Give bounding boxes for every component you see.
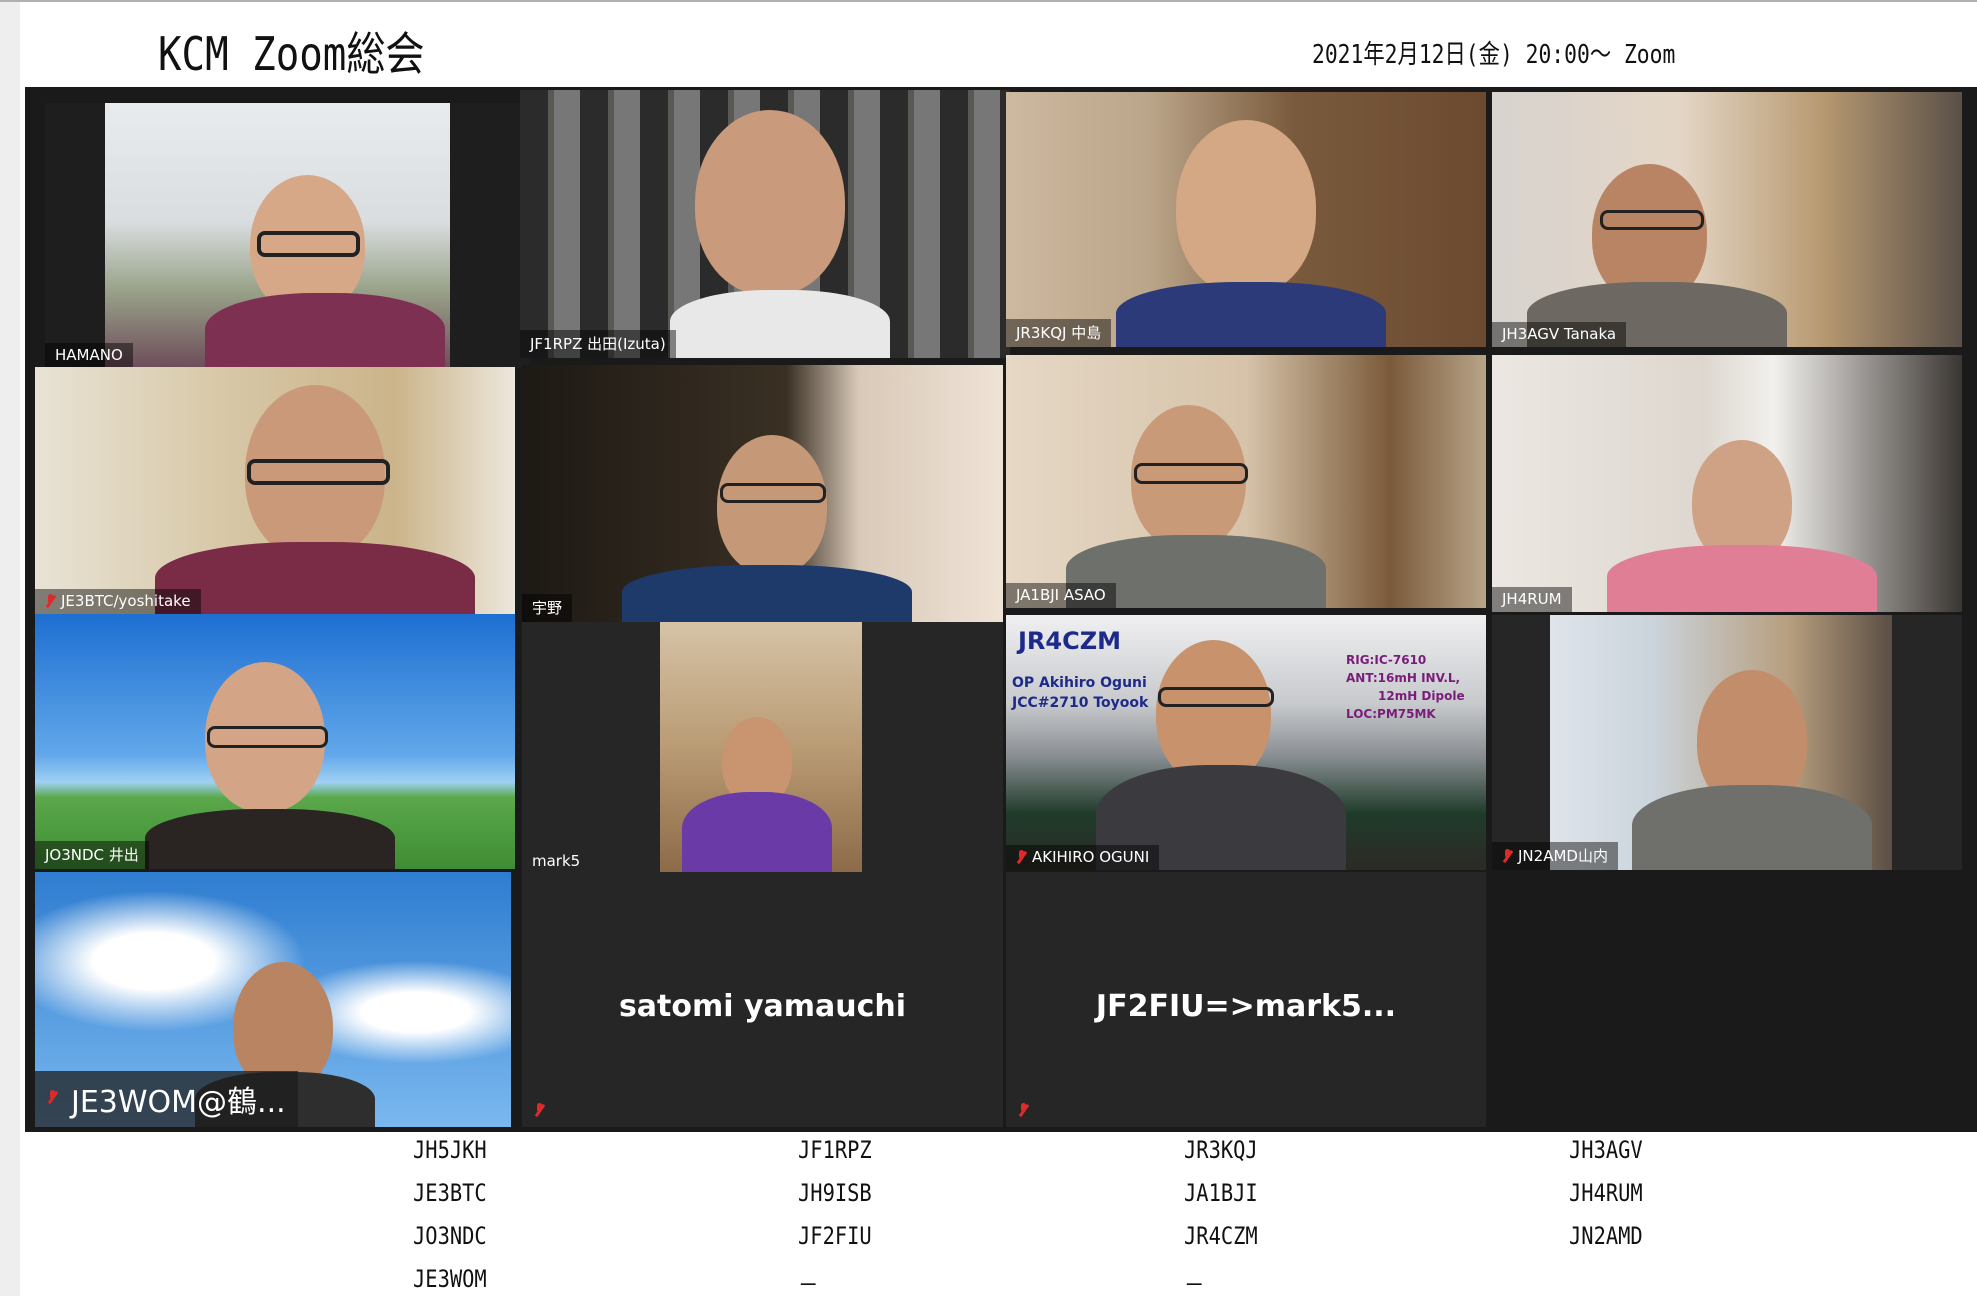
glasses [1158,687,1274,707]
callsign-cell: JH3AGV [1569,1136,1643,1164]
video-tile-jf1rpz[interactable]: JF1RPZ 出田(Izuta) [520,90,1010,358]
video-tile-mark5[interactable]: mark5 [522,622,1003,874]
callsign-cell: JF1RPZ [798,1136,872,1164]
video-tile-jf2fiu[interactable]: JF2FIU=>mark5... [1006,872,1486,1127]
video-tile-je3btc[interactable]: JE3BTC/yoshitake [35,367,515,614]
participant-face [717,435,827,575]
background-callsign: JR4CZM [1018,627,1122,655]
participant-name-text: JE3BTC/yoshitake [61,592,191,610]
muted-mic-icon [1018,1103,1028,1117]
muted-mic-icon [534,1103,544,1117]
callsign-cell: JE3BTC [413,1179,487,1207]
background-rig: RIG:IC-7610 [1346,653,1427,667]
glasses [247,459,390,485]
participant-name-text: AKIHIRO OGUNI [1032,848,1150,866]
callsign-cell: JR3KQJ [1184,1136,1258,1164]
muted-mic-icon [47,1090,65,1114]
participant-name-text: JN2AMD山内 [1518,847,1608,865]
video-tile-jr3kqj[interactable]: JR3KQJ 中島 [1006,92,1486,347]
glasses [207,726,328,748]
video-tile-ja1bji[interactable]: JA1BJI ASAO [1006,355,1486,608]
video-tile-satomi-yamauchi[interactable]: satomi yamauchi [522,872,1003,1127]
glasses [1134,463,1248,484]
callsign-cell: JN2AMD [1569,1222,1643,1250]
top-border [0,0,1977,2]
glasses [257,231,360,257]
participant-name-text: JE3WOM@鶴... [71,1085,286,1120]
background-antenna-2: 12mH Dipole [1378,689,1465,703]
participant-body [622,565,912,622]
participant-name: 宇野 [522,594,573,622]
callsign-cell: JF2FIU [798,1222,872,1250]
video-tile-jo3ndc[interactable]: JO3NDC 井出 [35,614,515,869]
participant-body [1607,545,1877,612]
participant-body [155,542,475,614]
glasses [1600,210,1704,230]
callsign-cell: JA1BJI [1184,1179,1258,1207]
callsign-cell: JE3WOM [413,1265,487,1293]
participant-name: JR3KQJ 中島 [1006,319,1112,347]
participant-body [1116,282,1386,347]
participant-body [145,809,395,869]
participant-name: JH3AGV Tanaka [1492,322,1627,347]
page-title: KCM Zoom総会 [158,27,425,81]
participant-name: JA1BJI ASAO [1006,583,1116,608]
muted-mic-icon [1502,849,1512,863]
background-locator: LOC:PM75MK [1346,707,1436,721]
participant-name: mark5 [532,852,581,870]
participant-face [1156,640,1271,785]
participant-body [670,290,890,358]
callsign-cell: － [1184,1271,1205,1299]
background-op-line: OP Akihiro Oguni [1012,675,1147,691]
callsign-cell: JO3NDC [413,1222,487,1250]
zoom-gallery-view: HAMANO JF1RPZ 出田(Izuta) JR3KQJ 中島 JH3AGV… [25,87,1977,1132]
participant-body [682,792,832,872]
participant-name: JO3NDC 井出 [35,841,149,869]
left-margin-strip [0,0,20,1296]
participant-name: HAMANO [45,343,133,368]
participant-face [695,110,845,295]
video-tile-akihiro-oguni[interactable]: JR4CZM OP Akihiro Oguni JCC#2710 Toyook … [1006,615,1486,870]
callsign-table: JH5JKH JE3BTC JO3NDC JE3WOM JF1RPZ JH9IS… [0,1132,1977,1299]
participant-name: satomi yamauchi [618,989,907,1025]
callsign-cell: JH9ISB [798,1179,872,1207]
video-tile-jh3agv[interactable]: JH3AGV Tanaka [1492,92,1962,347]
participant-face [1176,120,1316,295]
participant-body [1632,785,1872,870]
video-tile-je3wom[interactable]: JE3WOM@鶴... [35,872,511,1127]
participant-name: JF1RPZ 出田(Izuta) [520,330,676,358]
callsign-cell: JH5JKH [413,1136,487,1164]
participant-name: JH4RUM [1492,587,1572,612]
glasses [720,483,826,503]
video-tile-jh4rum[interactable]: JH4RUM [1492,355,1962,612]
participant-name: JE3WOM@鶴... [35,1071,298,1127]
participant-name: JE3BTC/yoshitake [35,589,201,614]
participant-body [205,293,445,368]
callsign-cell: JR4CZM [1184,1222,1258,1250]
video-tile-hamano[interactable]: HAMANO [45,103,530,368]
video-tile-uno[interactable]: 宇野 [522,365,1003,622]
background-antenna-1: ANT:16mH INV.L, [1346,671,1461,685]
video-tile-jn2amd[interactable]: JN2AMD山内 [1492,615,1962,870]
background-jcc-line: JCC#2710 Toyook [1012,695,1149,711]
callsign-cell: － [798,1271,819,1299]
participant-name: JF2FIU=>mark5... [1095,989,1397,1025]
muted-mic-icon [45,594,55,608]
muted-mic-icon [1016,850,1026,864]
participant-name: JN2AMD山内 [1492,842,1618,870]
meeting-date: 2021年2月12日(金) 20:00～ Zoom [1312,40,1676,70]
participant-name: AKIHIRO OGUNI [1006,845,1160,870]
callsign-cell: JH4RUM [1569,1179,1643,1207]
empty-tile [1492,872,1962,1127]
